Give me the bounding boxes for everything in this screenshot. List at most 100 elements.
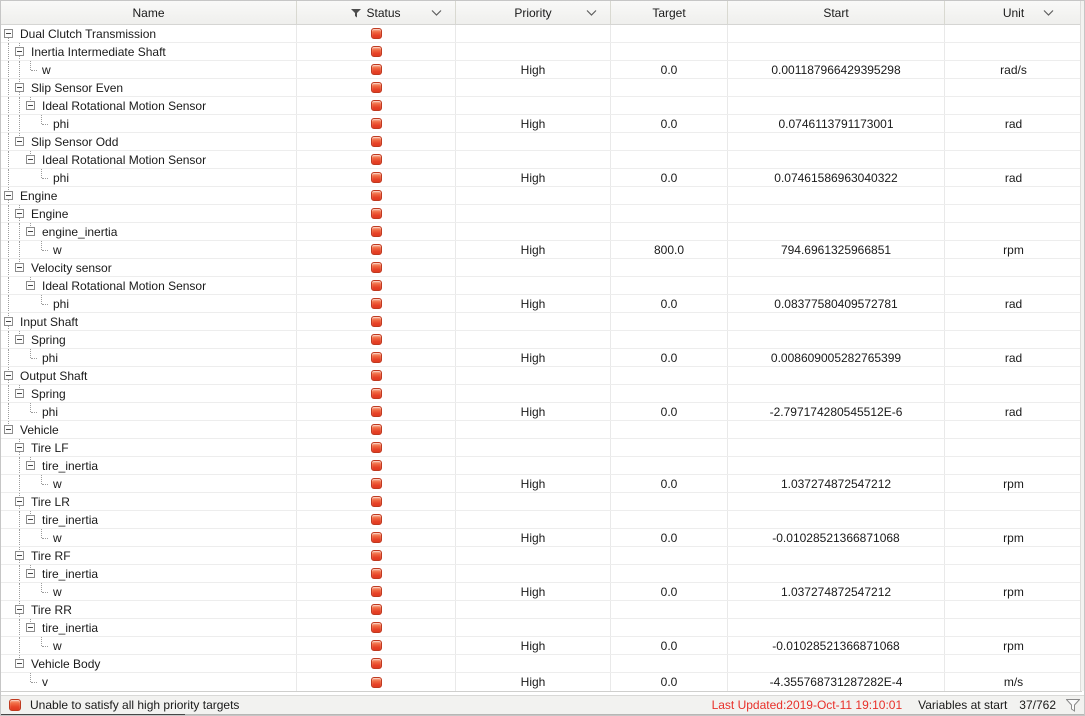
- tree-collapse-toggle[interactable]: [15, 137, 24, 146]
- chevron-down-icon[interactable]: [586, 10, 597, 16]
- table-row[interactable]: Tire RF: [1, 547, 1082, 565]
- chevron-down-icon[interactable]: [1043, 10, 1054, 16]
- table-row[interactable]: Vehicle: [1, 421, 1082, 439]
- column-label: Name: [132, 5, 165, 20]
- tree-collapse-toggle[interactable]: [4, 317, 13, 326]
- tree-collapse-toggle[interactable]: [4, 191, 13, 200]
- table-row[interactable]: phi High 0.0 0.07461586963040322 rad: [1, 169, 1082, 187]
- start-cell: [728, 367, 945, 384]
- table-row[interactable]: Dual Clutch Transmission: [1, 25, 1082, 43]
- table-row[interactable]: Tire RR: [1, 601, 1082, 619]
- status-cell: [297, 529, 456, 546]
- table-row[interactable]: Output Shaft: [1, 367, 1082, 385]
- column-header-start[interactable]: Start: [728, 1, 945, 24]
- tree-collapse-toggle[interactable]: [15, 551, 24, 560]
- name-cell: tire_inertia: [1, 511, 297, 528]
- table-row[interactable]: phi High 0.0 -2.797174280545512E-6 rad: [1, 403, 1082, 421]
- status-cell: [297, 205, 456, 222]
- tree-collapse-toggle[interactable]: [4, 425, 13, 434]
- funnel-icon[interactable]: [1066, 698, 1080, 712]
- table-row[interactable]: w High 0.0 1.037274872547212 rpm: [1, 475, 1082, 493]
- start-cell: [728, 187, 945, 204]
- tree-collapse-toggle[interactable]: [26, 461, 35, 470]
- table-row[interactable]: Vehicle Body: [1, 655, 1082, 673]
- table-row[interactable]: phi High 0.0 0.08377580409572781 rad: [1, 295, 1082, 313]
- target-cell: [611, 187, 728, 204]
- status-error-icon: [370, 64, 382, 75]
- table-row[interactable]: w High 0.0 -0.01028521366871068 rpm: [1, 529, 1082, 547]
- status-error-icon: [370, 118, 382, 129]
- target-cell: [611, 385, 728, 402]
- tree-collapse-toggle[interactable]: [26, 227, 35, 236]
- status-error-icon: [370, 640, 382, 651]
- table-row[interactable]: w High 0.0 0.001187966429395298 rad/s: [1, 61, 1082, 79]
- tree-collapse-toggle[interactable]: [26, 569, 35, 578]
- tree-collapse-toggle[interactable]: [15, 83, 24, 92]
- tree-collapse-toggle[interactable]: [15, 659, 24, 668]
- table-row[interactable]: tire_inertia: [1, 511, 1082, 529]
- table-row[interactable]: Slip Sensor Odd: [1, 133, 1082, 151]
- tree-collapse-toggle[interactable]: [4, 29, 13, 38]
- table-row[interactable]: Ideal Rotational Motion Sensor: [1, 97, 1082, 115]
- table-row[interactable]: Spring: [1, 385, 1082, 403]
- table-row[interactable]: Velocity sensor: [1, 259, 1082, 277]
- target-cell: [611, 151, 728, 168]
- tree-collapse-toggle[interactable]: [15, 209, 24, 218]
- status-error-icon: [370, 388, 382, 399]
- tree-collapse-toggle[interactable]: [26, 281, 35, 290]
- row-name-label: phi: [53, 296, 70, 311]
- table-row[interactable]: tire_inertia: [1, 565, 1082, 583]
- table-row[interactable]: Tire LR: [1, 493, 1082, 511]
- column-header-priority[interactable]: Priority: [456, 1, 611, 24]
- priority-cell: [456, 133, 611, 150]
- table-row[interactable]: Input Shaft: [1, 313, 1082, 331]
- table-row[interactable]: Ideal Rotational Motion Sensor: [1, 277, 1082, 295]
- tree-collapse-toggle[interactable]: [15, 263, 24, 272]
- tree-collapse-toggle[interactable]: [4, 371, 13, 380]
- table-row[interactable]: Tire LF: [1, 439, 1082, 457]
- table-row[interactable]: Inertia Intermediate Shaft: [1, 43, 1082, 61]
- target-cell: 0.0: [611, 349, 728, 366]
- table-row[interactable]: phi High 0.0 0.008609005282765399 rad: [1, 349, 1082, 367]
- tree-collapse-toggle[interactable]: [15, 389, 24, 398]
- table-row[interactable]: w High 800.0 794.6961325966851 rpm: [1, 241, 1082, 259]
- chevron-down-icon[interactable]: [431, 10, 442, 16]
- table-row[interactable]: phi High 0.0 0.0746113791173001 rad: [1, 115, 1082, 133]
- name-cell: tire_inertia: [1, 619, 297, 636]
- tree-collapse-toggle[interactable]: [15, 443, 24, 452]
- status-error-icon: [370, 424, 382, 435]
- tree-collapse-toggle[interactable]: [15, 605, 24, 614]
- column-header-unit[interactable]: Unit: [945, 1, 1082, 24]
- variables-at-start-label: Variables at start: [918, 698, 1008, 712]
- tree-collapse-toggle[interactable]: [26, 515, 35, 524]
- tree-collapse-toggle[interactable]: [15, 335, 24, 344]
- unit-cell: [945, 565, 1082, 582]
- table-row[interactable]: Engine: [1, 205, 1082, 223]
- table-row[interactable]: v High 0.0 -4.355768731287282E-4 m/s: [1, 673, 1082, 691]
- table-row[interactable]: engine_inertia: [1, 223, 1082, 241]
- table-row[interactable]: Slip Sensor Even: [1, 79, 1082, 97]
- column-header-name[interactable]: Name: [1, 1, 297, 24]
- status-cell: [297, 133, 456, 150]
- name-cell: Ideal Rotational Motion Sensor: [1, 151, 297, 168]
- scrollbar-track[interactable]: [1080, 1, 1084, 691]
- status-cell: [297, 169, 456, 186]
- column-header-target[interactable]: Target: [611, 1, 728, 24]
- table-row[interactable]: Engine: [1, 187, 1082, 205]
- table-row[interactable]: Spring: [1, 331, 1082, 349]
- table-row[interactable]: Ideal Rotational Motion Sensor: [1, 151, 1082, 169]
- table-row[interactable]: w High 0.0 1.037274872547212 rpm: [1, 583, 1082, 601]
- tree-collapse-toggle[interactable]: [26, 101, 35, 110]
- unit-cell: rad: [1004, 116, 1023, 131]
- tree-collapse-toggle[interactable]: [26, 623, 35, 632]
- row-name-label: tire_inertia: [42, 620, 99, 635]
- table-row[interactable]: tire_inertia: [1, 457, 1082, 475]
- tree-collapse-toggle[interactable]: [15, 47, 24, 56]
- row-name-label: Tire LF: [31, 440, 69, 455]
- table-row[interactable]: w High 0.0 -0.01028521366871068 rpm: [1, 637, 1082, 655]
- tree-collapse-toggle[interactable]: [15, 497, 24, 506]
- tree-collapse-toggle[interactable]: [26, 155, 35, 164]
- status-cell: [297, 313, 456, 330]
- table-row[interactable]: tire_inertia: [1, 619, 1082, 637]
- column-header-status[interactable]: Status: [297, 1, 456, 24]
